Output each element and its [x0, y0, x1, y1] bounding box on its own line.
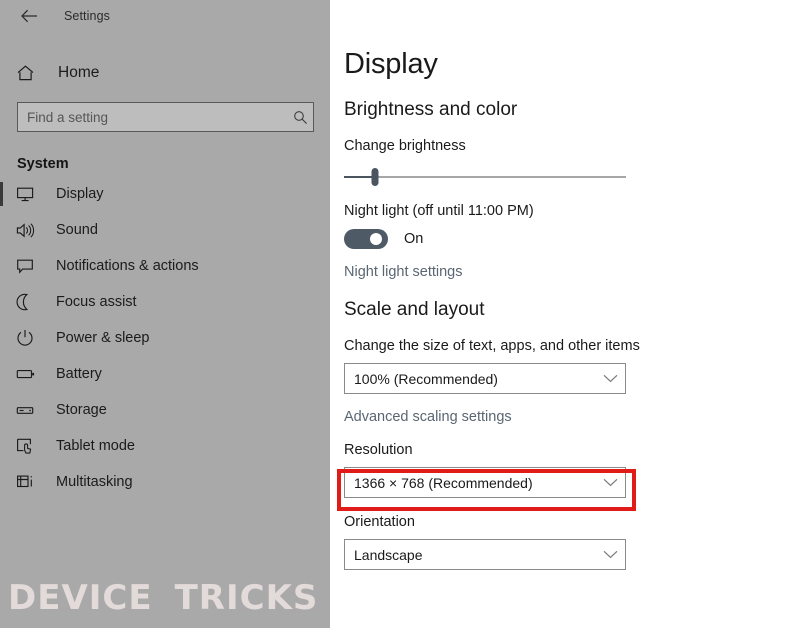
resolution-field-group: 1366 × 768 (Recommended) — [337, 467, 800, 511]
sidebar-item-home[interactable]: Home — [0, 56, 330, 90]
back-button[interactable] — [14, 3, 44, 29]
sidebar-item-tablet-mode[interactable]: Tablet mode — [0, 428, 330, 464]
night-light-toggle-row: On — [344, 229, 800, 249]
night-light-settings-link[interactable]: Night light settings — [344, 264, 462, 280]
chevron-down-icon — [595, 468, 625, 497]
monitor-icon — [16, 183, 40, 205]
sidebar-item-focus-assist[interactable]: Focus assist — [0, 284, 330, 320]
page-title: Display — [344, 48, 438, 80]
sidebar-item-power-sleep[interactable]: Power & sleep — [0, 320, 330, 356]
moon-icon — [16, 291, 40, 313]
sidebar-item-label: Focus assist — [56, 294, 137, 310]
power-icon — [16, 327, 40, 349]
orientation-dropdown-value: Landscape — [354, 546, 423, 563]
night-light-state: On — [404, 231, 424, 247]
window-title: Settings — [64, 9, 110, 23]
main-content: Display Brightness and color Change brig… — [330, 0, 800, 628]
search-input[interactable] — [18, 103, 287, 131]
sidebar-item-notifications[interactable]: Notifications & actions — [0, 248, 330, 284]
title-bar: Settings — [0, 0, 330, 32]
night-light-label: Night light (off until 11:00 PM) — [344, 203, 534, 219]
night-light-toggle[interactable] — [344, 229, 388, 249]
sidebar-group-label: System — [17, 156, 69, 172]
toggle-knob — [370, 233, 382, 245]
sidebar-item-label: Power & sleep — [56, 330, 150, 346]
sidebar-item-display[interactable]: Display — [0, 176, 330, 212]
sidebar-nav-list: Display Sound Notifications & actions Fo… — [0, 176, 330, 500]
brightness-section-heading: Brightness and color — [344, 99, 518, 120]
sidebar: Settings Home System — [0, 0, 330, 628]
sidebar-item-label: Battery — [56, 366, 102, 382]
orientation-dropdown[interactable]: Landscape — [344, 539, 626, 570]
sidebar-item-label: Tablet mode — [56, 438, 135, 454]
home-icon — [16, 64, 38, 82]
resolution-label: Resolution — [344, 442, 413, 458]
sidebar-item-battery[interactable]: Battery — [0, 356, 330, 392]
tablet-icon — [16, 435, 40, 457]
brightness-label: Change brightness — [344, 138, 466, 154]
sidebar-item-storage[interactable]: Storage — [0, 392, 330, 428]
back-arrow-icon — [20, 9, 38, 23]
chevron-down-icon — [595, 364, 625, 393]
sidebar-item-label: Notifications & actions — [56, 258, 199, 274]
scale-label: Change the size of text, apps, and other… — [344, 338, 640, 354]
orientation-label: Orientation — [344, 514, 415, 530]
advanced-scaling-link[interactable]: Advanced scaling settings — [344, 409, 512, 425]
sidebar-item-sound[interactable]: Sound — [0, 212, 330, 248]
sidebar-home-label: Home — [58, 64, 100, 81]
search-icon[interactable] — [287, 104, 313, 130]
sidebar-item-multitasking[interactable]: Multitasking — [0, 464, 330, 500]
resolution-dropdown[interactable]: 1366 × 768 (Recommended) — [344, 467, 626, 498]
speaker-icon — [16, 219, 40, 241]
sidebar-item-label: Storage — [56, 402, 107, 418]
notification-icon — [16, 255, 40, 277]
scale-section-heading: Scale and layout — [344, 299, 485, 320]
slider-track — [344, 176, 626, 178]
settings-window: Settings Home System — [0, 0, 800, 628]
chevron-down-icon — [595, 540, 625, 569]
multitasking-icon — [16, 471, 40, 493]
brightness-slider[interactable] — [344, 167, 626, 187]
sidebar-item-label: Multitasking — [56, 474, 133, 490]
battery-icon — [16, 363, 40, 385]
selection-indicator — [0, 182, 3, 206]
scale-dropdown[interactable]: 100% (Recommended) — [344, 363, 626, 394]
resolution-dropdown-value: 1366 × 768 (Recommended) — [354, 474, 533, 491]
scale-dropdown-value: 100% (Recommended) — [354, 370, 498, 387]
search-box[interactable] — [17, 102, 314, 132]
sidebar-item-label: Display — [56, 186, 104, 202]
storage-icon — [16, 399, 40, 421]
sidebar-item-label: Sound — [56, 222, 98, 238]
slider-thumb[interactable] — [371, 168, 379, 186]
slider-fill — [344, 176, 376, 178]
